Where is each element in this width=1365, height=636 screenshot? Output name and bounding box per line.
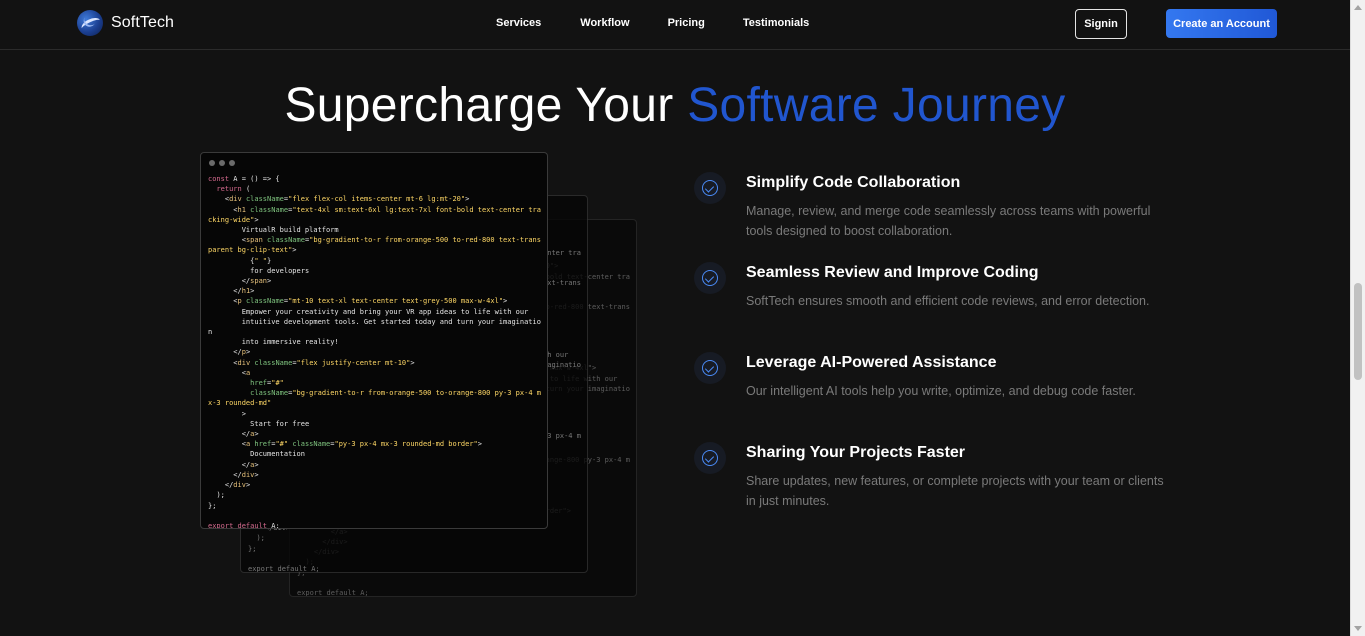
nav-link-testimonials[interactable]: Testimonials xyxy=(743,17,809,29)
nav-links: Services Workflow Pricing Testimonials xyxy=(496,17,809,29)
create-account-button[interactable]: Create an Account xyxy=(1166,9,1277,38)
code-block-front: const A = () => { return ( <div classNam… xyxy=(208,175,541,529)
feature-title: Simplify Code Collaboration xyxy=(746,174,961,191)
feature-item: Sharing Your Projects Faster Share updat… xyxy=(694,440,1164,530)
feature-icon-badge xyxy=(694,172,726,204)
nav-link-services[interactable]: Services xyxy=(496,17,541,29)
nav-link-workflow[interactable]: Workflow xyxy=(580,17,629,29)
scroll-up-arrow-icon[interactable] xyxy=(1354,5,1362,10)
feature-description: SoftTech ensures smooth and efficient co… xyxy=(746,294,1150,308)
check-circle-icon xyxy=(702,450,718,466)
feature-description: Our intelligent AI tools help you write,… xyxy=(746,384,1136,398)
feature-item: Seamless Review and Improve Coding SoftT… xyxy=(694,260,1164,350)
navbar: SoftTech Services Workflow Pricing Testi… xyxy=(0,0,1350,50)
feature-icon-badge xyxy=(694,262,726,294)
feature-title: Leverage AI-Powered Assistance xyxy=(746,354,997,371)
window-dots-icon xyxy=(209,160,235,166)
signin-button[interactable]: Signin xyxy=(1075,9,1127,39)
hero-title-accent: Software Journey xyxy=(687,79,1066,132)
check-circle-icon xyxy=(702,360,718,376)
code-card-front: const A = () => { return ( <div classNam… xyxy=(200,152,548,529)
feature-icon-badge xyxy=(694,352,726,384)
brand-logo[interactable]: SoftTech xyxy=(77,10,174,36)
feature-description: Manage, review, and merge code seamlessl… xyxy=(746,204,1151,238)
check-circle-icon xyxy=(702,270,718,286)
scrollbar-thumb[interactable] xyxy=(1354,283,1362,380)
features-list: Simplify Code Collaboration Manage, revi… xyxy=(694,170,1164,530)
feature-item: Leverage AI-Powered Assistance Our intel… xyxy=(694,350,1164,440)
check-circle-icon xyxy=(702,180,718,196)
feature-description: Share updates, new features, or complete… xyxy=(746,474,1164,508)
brand-logo-icon xyxy=(77,10,103,36)
hero-title: Supercharge Your Software Journey xyxy=(0,78,1350,133)
feature-title: Sharing Your Projects Faster xyxy=(746,444,966,461)
feature-title: Seamless Review and Improve Coding xyxy=(746,264,1039,281)
scroll-down-arrow-icon[interactable] xyxy=(1354,626,1362,631)
hero-title-plain: Supercharge Your xyxy=(284,79,688,132)
page: SoftTech Services Workflow Pricing Testi… xyxy=(0,0,1365,636)
page-scrollbar[interactable] xyxy=(1350,0,1365,636)
feature-icon-badge xyxy=(694,442,726,474)
feature-item: Simplify Code Collaboration Manage, revi… xyxy=(694,170,1164,260)
nav-link-pricing[interactable]: Pricing xyxy=(668,17,705,29)
brand-name: SoftTech xyxy=(111,14,175,31)
